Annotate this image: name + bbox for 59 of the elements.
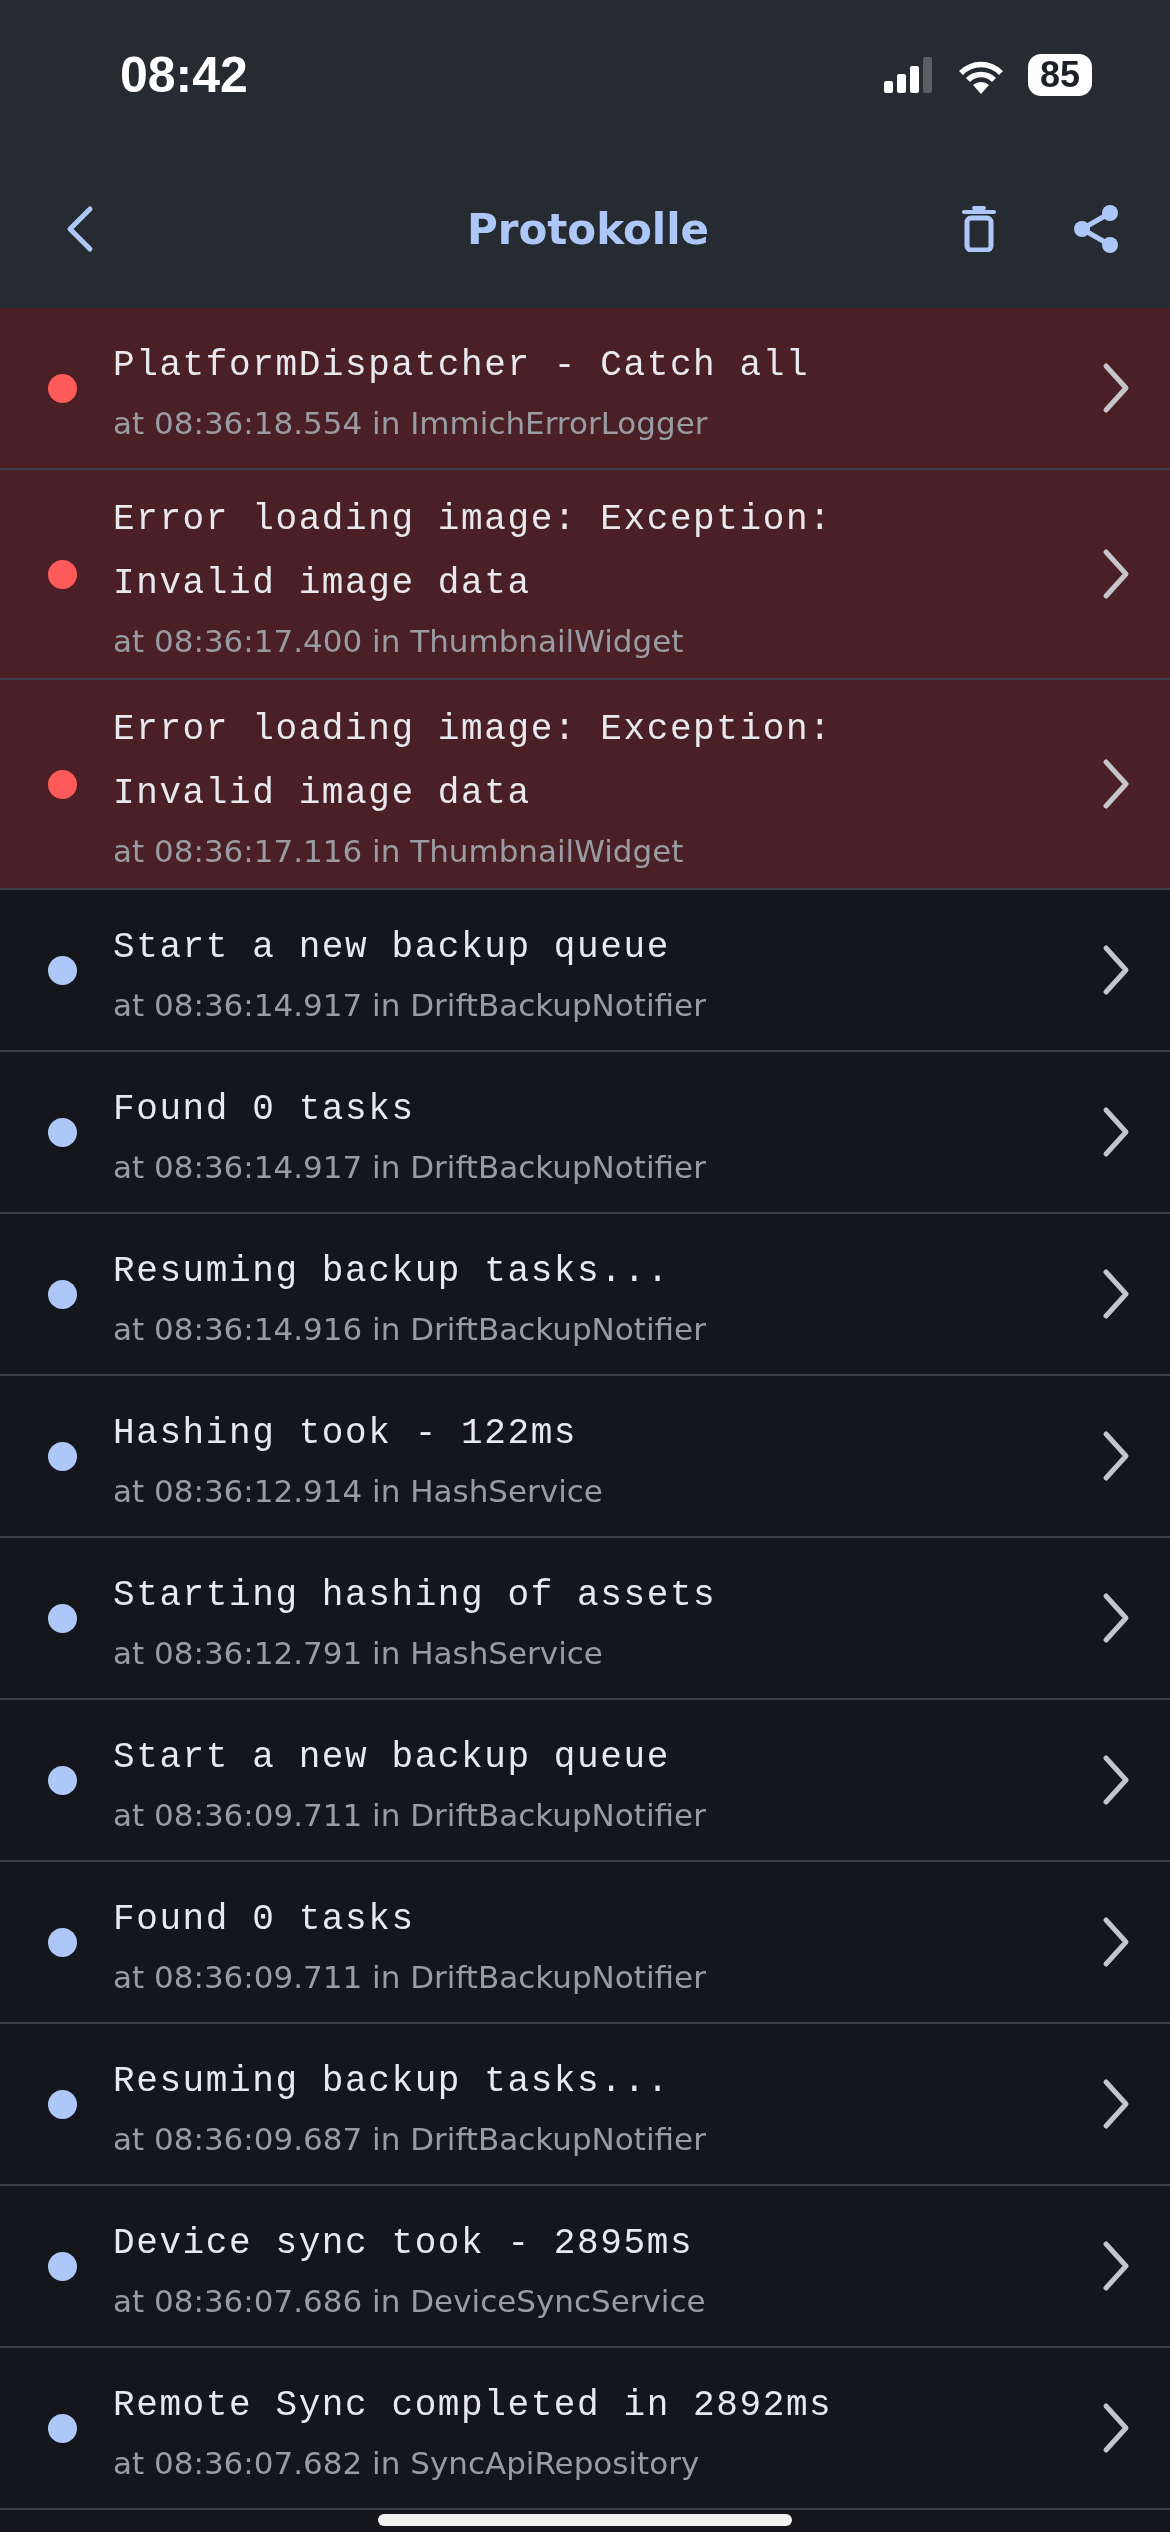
- level-dot: [48, 2413, 77, 2443]
- level-dot: [48, 769, 77, 799]
- log-detail: at 08:36:09.687 in DriftBackupNotifier: [113, 2120, 707, 2158]
- log-detail: at 08:36:12.914 in HashService: [113, 1472, 604, 1510]
- log-entry[interactable]: Error loading image: Exception: Invalid image data at 08:36:17.116 in ThumbnailWidget: [0, 680, 1170, 890]
- log-detail: at 08:36:17.116 in ThumbnailWidget: [113, 832, 685, 870]
- level-dot: [48, 1441, 77, 1471]
- level-dot: [48, 2251, 77, 2281]
- level-dot: [48, 1279, 77, 1309]
- log-message: Error loading image: Exception: Invalid image data: [113, 708, 834, 816]
- log-message: Resuming backup tasks...: [113, 1250, 671, 1294]
- log-detail: at 08:36:07.686 in DeviceSyncService: [113, 2282, 707, 2320]
- chevron-icon: [1102, 944, 1130, 996]
- log-detail: at 08:36:09.711 in DriftBackupNotifier: [113, 1796, 707, 1834]
- log-entry[interactable]: Error loading image: Exception: Invalid image data at 08:36:17.400 in ThumbnailWidget: [0, 470, 1170, 680]
- chevron-icon: [1102, 1268, 1130, 1320]
- log-message: Device sync took - 2895ms: [113, 2222, 695, 2266]
- chevron-icon: [1102, 2240, 1130, 2292]
- log-detail: at 08:36:12.791 in HashService: [113, 1634, 604, 1672]
- log-detail: at 08:36:17.400 in ThumbnailWidget: [113, 622, 685, 660]
- level-dot: [48, 559, 77, 589]
- log-message: Found 0 tasks: [113, 1088, 416, 1132]
- log-message: Starting hashing of assets: [113, 1574, 718, 1618]
- level-dot: [48, 955, 77, 985]
- status-time: 08:42: [120, 46, 248, 104]
- chevron-icon: [1102, 362, 1130, 414]
- chevron-icon: [1102, 1754, 1130, 1806]
- chevron-icon: [1102, 2078, 1130, 2130]
- level-dot: [48, 1765, 77, 1795]
- chevron-icon: [1102, 2402, 1130, 2454]
- page-title: Protokolle: [465, 204, 711, 254]
- battery-indicator: 85: [1027, 54, 1092, 96]
- chevron-icon: [1102, 1916, 1130, 1968]
- log-message: Remote Sync completed in 2892ms: [113, 2384, 834, 2428]
- chevron-icon: [1102, 1592, 1130, 1644]
- chevron-icon: [1102, 1430, 1130, 1482]
- log-detail: at 08:36:14.917 in DriftBackupNotifier: [113, 986, 707, 1024]
- chevron-icon: [1102, 758, 1130, 810]
- signal-icon: [883, 57, 934, 93]
- log-detail: at 08:36:09.711 in DriftBackupNotifier: [113, 1958, 707, 1996]
- chevron-icon: [1102, 1106, 1130, 1158]
- log-message: Resuming backup tasks...: [113, 2060, 671, 2104]
- log-detail: at 08:36:14.917 in DriftBackupNotifier: [113, 1148, 707, 1186]
- log-entry[interactable]: PlatformDispatcher - Catch all at 08:36:18.554 in ImmichErrorLogger: [0, 308, 1170, 470]
- log-message: Hashing took - 122ms: [113, 1412, 579, 1456]
- log-detail: at 08:36:14.916 in DriftBackupNotifier: [113, 1310, 707, 1348]
- log-message: Found 0 tasks: [113, 1898, 416, 1942]
- log-detail: at 08:36:18.554 in ImmichErrorLogger: [113, 404, 709, 442]
- level-dot: [48, 1927, 77, 1957]
- level-dot: [48, 1117, 77, 1147]
- chevron-icon: [1102, 548, 1130, 600]
- log-message: Error loading image: Exception: Invalid image data: [113, 498, 834, 606]
- log-message: PlatformDispatcher - Catch all: [113, 344, 811, 388]
- level-dot: [48, 1603, 77, 1633]
- level-dot: [48, 373, 77, 403]
- log-detail: at 08:36:07.682 in SyncApiRepository: [113, 2444, 701, 2482]
- log-message: Start a new backup queue: [113, 1736, 671, 1780]
- log-message: Start a new backup queue: [113, 926, 671, 970]
- level-dot: [48, 2089, 77, 2119]
